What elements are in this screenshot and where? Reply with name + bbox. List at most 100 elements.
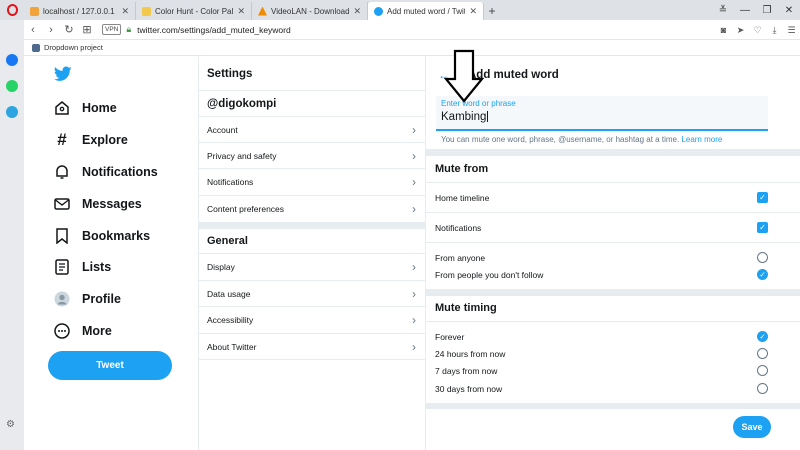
chevron-right-icon: › bbox=[412, 339, 416, 354]
phpmyadmin-favicon-icon bbox=[30, 6, 39, 16]
settings-item-account[interactable]: Account › bbox=[199, 116, 426, 142]
list-icon bbox=[52, 258, 72, 276]
nav-messages[interactable]: Messages bbox=[52, 193, 142, 215]
more-icon bbox=[52, 322, 72, 340]
tab-localhost[interactable]: localhost / 127.0.0.1 / data ✕ bbox=[24, 2, 136, 20]
settings-item-notifications[interactable]: Notifications › bbox=[199, 168, 426, 194]
close-icon[interactable]: ✕ bbox=[237, 6, 245, 17]
settings-item-content-preferences[interactable]: Content preferences › bbox=[199, 195, 426, 221]
from-non-followers-row[interactable]: From people you don't follow ✓ bbox=[426, 266, 800, 283]
tab-twitter-active[interactable]: Add muted word / Twitter ✕ bbox=[368, 2, 484, 20]
settings-item-privacy[interactable]: Privacy and safety › bbox=[199, 142, 426, 168]
home-icon bbox=[52, 99, 72, 117]
home-timeline-row[interactable]: Home timeline ✓ bbox=[426, 182, 800, 212]
from-anyone-radio[interactable] bbox=[757, 252, 768, 263]
tab-color-hunt[interactable]: Color Hunt - Color Palettes ✕ bbox=[136, 2, 252, 20]
section-divider bbox=[426, 403, 800, 409]
divider bbox=[426, 242, 800, 243]
bookmark-item[interactable]: Dropdown project bbox=[32, 43, 103, 52]
address-bar-actions: ◙ ➤ ♡ ⤓ ☰ bbox=[715, 20, 800, 40]
nav-home[interactable]: Home bbox=[52, 97, 117, 119]
nav-more[interactable]: More bbox=[52, 320, 112, 342]
twitter-favicon-icon bbox=[374, 6, 383, 16]
forward-icon[interactable]: › bbox=[42, 24, 60, 36]
forever-radio[interactable]: ✓ bbox=[757, 331, 768, 342]
whatsapp-icon[interactable] bbox=[6, 80, 18, 92]
divider bbox=[199, 90, 426, 91]
notifications-checkbox[interactable]: ✓ bbox=[757, 222, 768, 233]
nav-notifications[interactable]: Notifications bbox=[52, 161, 158, 183]
nav-lists[interactable]: Lists bbox=[52, 256, 111, 278]
nav-explore[interactable]: # Explore bbox=[52, 129, 128, 151]
close-icon[interactable]: ✕ bbox=[353, 6, 361, 17]
send-icon[interactable]: ➤ bbox=[732, 25, 749, 36]
timing-forever-row[interactable]: Forever ✓ bbox=[426, 328, 800, 345]
section-divider bbox=[426, 149, 800, 156]
muted-word-input[interactable]: Enter word or phrase Kambing bbox=[436, 96, 768, 131]
nav-profile[interactable]: Profile bbox=[52, 288, 121, 310]
chevron-right-icon: › bbox=[412, 201, 416, 216]
chevron-right-icon: › bbox=[412, 259, 416, 274]
save-button[interactable]: Save bbox=[733, 416, 771, 438]
section-divider bbox=[199, 222, 426, 229]
close-icon[interactable]: ✕ bbox=[469, 6, 477, 17]
lock-icon[interactable]: 🔒︎ bbox=[126, 24, 131, 35]
hashtag-icon: # bbox=[57, 130, 67, 149]
input-value: Kambing bbox=[441, 111, 487, 123]
settings-item-data-usage[interactable]: Data usage › bbox=[199, 280, 426, 306]
settings-item-about[interactable]: About Twitter › bbox=[199, 333, 426, 359]
close-window-icon[interactable]: ✕ bbox=[778, 5, 800, 16]
timing-24h-row[interactable]: 24 hours from now bbox=[426, 345, 800, 362]
new-tab-button[interactable]: + bbox=[484, 2, 500, 20]
timing-30d-row[interactable]: 30 days from now bbox=[426, 380, 800, 397]
easy-setup-icon[interactable]: ☰ bbox=[783, 25, 800, 36]
download-icon[interactable]: ⤓ bbox=[766, 25, 783, 36]
timing-7d-row[interactable]: 7 days from now bbox=[426, 362, 800, 379]
from-anyone-row[interactable]: From anyone bbox=[426, 249, 800, 266]
reload-icon[interactable]: ↻ bbox=[60, 23, 78, 36]
twitter-logo-icon[interactable] bbox=[54, 66, 72, 82]
camera-icon[interactable]: ◙ bbox=[715, 25, 732, 35]
opera-sidebar: ⚙ bbox=[0, 20, 24, 450]
bookmark-icon bbox=[52, 227, 72, 245]
bell-icon bbox=[52, 163, 72, 181]
add-muted-word-panel: ← Add muted word Enter word or phrase Ka… bbox=[426, 56, 800, 450]
24-hours-radio[interactable] bbox=[757, 348, 768, 359]
minimize-icon[interactable]: — bbox=[734, 5, 756, 16]
chevron-right-icon: › bbox=[412, 312, 416, 327]
notifications-row[interactable]: Notifications ✓ bbox=[426, 212, 800, 242]
settings-gear-icon[interactable]: ⚙ bbox=[6, 419, 15, 430]
settings-title: Settings bbox=[207, 68, 253, 80]
opera-logo-icon[interactable] bbox=[0, 0, 24, 20]
tweet-button[interactable]: Tweet bbox=[48, 351, 172, 380]
section-divider bbox=[426, 289, 800, 296]
browser-tab-bar: localhost / 127.0.0.1 / data ✕ Color Hun… bbox=[0, 0, 800, 20]
url-field[interactable]: twitter.com/settings/add_muted_keyword bbox=[137, 25, 291, 35]
30-days-radio[interactable] bbox=[757, 383, 768, 394]
mute-timing-heading: Mute timing bbox=[435, 302, 497, 314]
back-icon[interactable]: ‹ bbox=[24, 24, 42, 36]
restore-icon[interactable]: ❐ bbox=[756, 5, 778, 16]
vpn-badge[interactable]: VPN bbox=[102, 24, 122, 35]
tab-videolan[interactable]: VideoLAN - Downloads ✕ bbox=[252, 2, 368, 20]
colorhunt-favicon-icon bbox=[142, 6, 151, 16]
close-icon[interactable]: ✕ bbox=[121, 6, 129, 17]
home-timeline-checkbox[interactable]: ✓ bbox=[757, 192, 768, 203]
7-days-radio[interactable] bbox=[757, 365, 768, 376]
telegram-icon[interactable] bbox=[6, 106, 18, 118]
speed-dial-icon[interactable]: ⊞ bbox=[78, 23, 96, 36]
messenger-icon[interactable] bbox=[6, 54, 18, 66]
settings-column: Settings @digokompi Account › Privacy an… bbox=[199, 56, 426, 450]
vlc-cone-icon bbox=[258, 6, 267, 16]
from-non-followers-radio[interactable]: ✓ bbox=[757, 269, 768, 280]
chevron-right-icon: › bbox=[412, 286, 416, 301]
general-heading: General bbox=[207, 235, 248, 247]
tab-menu-icon[interactable]: ≚ bbox=[712, 5, 734, 16]
nav-bookmarks[interactable]: Bookmarks bbox=[52, 225, 150, 247]
bookmarks-bar: Dropdown project bbox=[24, 40, 800, 56]
heart-icon[interactable]: ♡ bbox=[749, 25, 766, 36]
settings-item-display[interactable]: Display › bbox=[199, 253, 426, 279]
address-bar: ‹ › ↻ ⊞ VPN 🔒︎ twitter.com/settings/add_… bbox=[0, 20, 800, 40]
settings-item-accessibility[interactable]: Accessibility › bbox=[199, 306, 426, 332]
learn-more-link[interactable]: Learn more bbox=[681, 135, 722, 144]
